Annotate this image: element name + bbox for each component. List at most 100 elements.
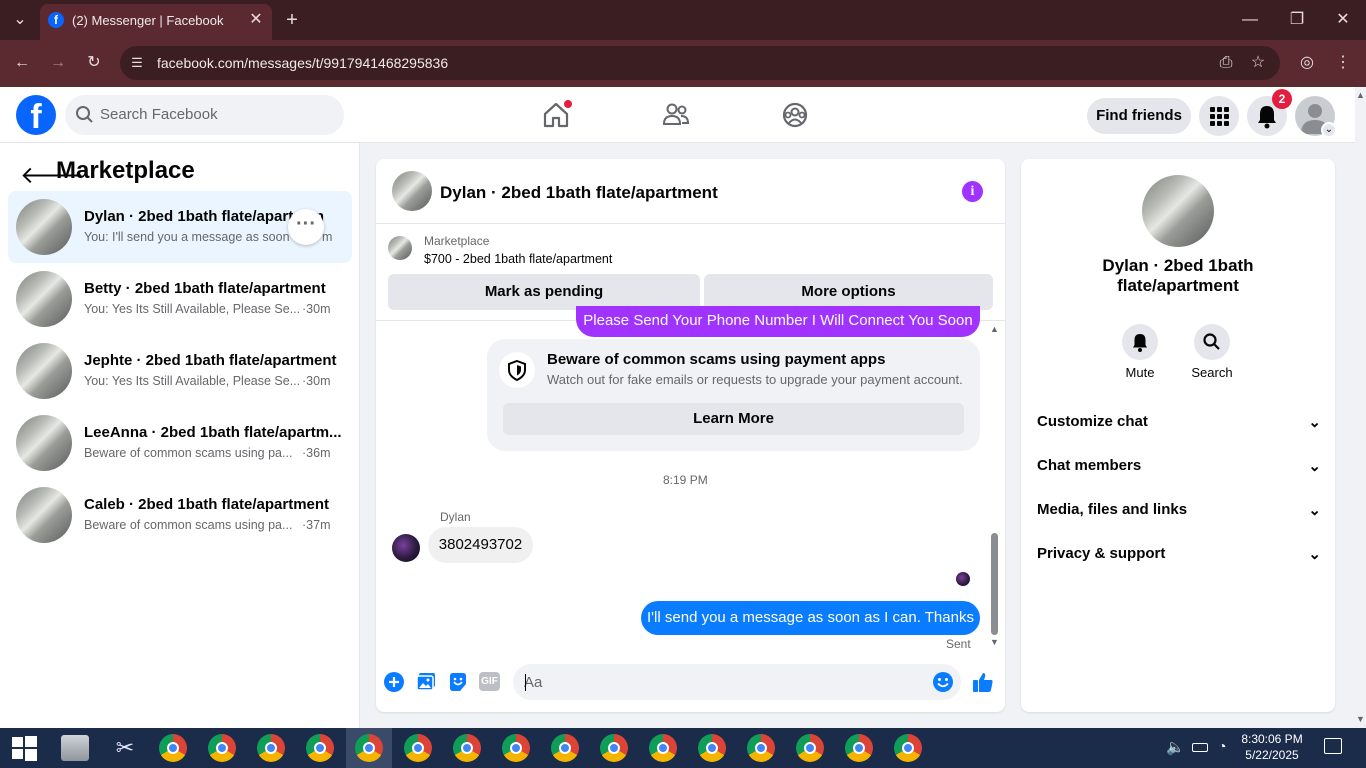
conversation-item[interactable]: LeeAnna · 2bed 1bath flate/apartm... Bew… <box>8 407 352 479</box>
shield-icon <box>508 359 526 382</box>
scroll-up-arrow-icon[interactable]: ▲ <box>990 324 999 334</box>
close-tab-icon[interactable]: ✕ <box>244 8 268 32</box>
media-files-links-row[interactable]: Media, files and links ⌄ <box>1037 501 1321 525</box>
message-input[interactable] <box>513 664 961 700</box>
chrome-taskbar-icon[interactable] <box>208 734 236 762</box>
forward-icon[interactable]: → <box>46 51 70 75</box>
chrome-taskbar-icon[interactable] <box>502 734 530 762</box>
contact-avatar[interactable] <box>1142 175 1214 247</box>
more-options-button[interactable]: More options <box>704 274 993 310</box>
conversation-time: ·30m <box>302 374 331 388</box>
notifications-center-icon[interactable] <box>1324 738 1342 754</box>
conversation-preview: You: I'll send you a message as soon <box>84 230 290 244</box>
conversation-options-button[interactable]: ··· <box>288 209 324 245</box>
conversation-name: LeeAnna · 2bed 1bath flate/apartm... <box>84 424 342 441</box>
windows-start-icon[interactable] <box>12 736 37 761</box>
facebook-logo-icon[interactable]: f <box>16 95 56 136</box>
clock-date: 5/22/2025 <box>1245 748 1299 762</box>
mute-button[interactable] <box>1122 324 1158 360</box>
search-placeholder: Search Facebook <box>100 106 218 123</box>
close-window-icon[interactable]: ✕ <box>1331 8 1355 32</box>
maximize-icon[interactable]: ❐ <box>1285 8 1309 32</box>
sender-avatar[interactable] <box>392 534 420 562</box>
chrome-taskbar-icon[interactable] <box>894 734 922 762</box>
site-settings-icon[interactable]: ☰ <box>125 51 149 75</box>
new-tab-icon[interactable]: + <box>280 8 304 32</box>
incoming-message-bubble[interactable]: 3802493702 <box>428 527 533 563</box>
text-caret <box>525 674 526 691</box>
section-label: Privacy & support <box>1037 545 1166 562</box>
back-icon[interactable]: ← <box>10 51 34 75</box>
listing-thumbnail <box>16 415 72 471</box>
sticker-icon[interactable] <box>447 671 469 693</box>
outgoing-message-bubble[interactable]: I'll send you a message as soon as I can… <box>641 601 980 635</box>
find-friends-button[interactable]: Find friends <box>1087 98 1191 134</box>
scroll-down-arrow-icon[interactable]: ▼ <box>990 637 999 647</box>
chrome-taskbar-icon[interactable] <box>404 734 432 762</box>
chrome-taskbar-icon[interactable] <box>306 734 334 762</box>
file-explorer-icon[interactable] <box>61 735 89 761</box>
conversation-preview: Beware of common scams using pa... <box>84 518 293 532</box>
learn-more-button[interactable]: Learn More <box>503 403 964 435</box>
chat-members-row[interactable]: Chat members ⌄ <box>1037 457 1321 481</box>
chrome-taskbar-icon[interactable] <box>600 734 628 762</box>
minimize-icon[interactable]: — <box>1238 8 1262 32</box>
groups-icon[interactable] <box>775 95 815 135</box>
browser-menu-icon[interactable]: ⋮ <box>1331 51 1355 75</box>
taskbar-clock[interactable]: 8:30:06 PM 5/22/2025 <box>1238 731 1306 763</box>
chrome-taskbar-icon[interactable] <box>649 734 677 762</box>
chrome-taskbar-icon[interactable] <box>257 734 285 762</box>
chat-scrollbar-thumb[interactable] <box>991 533 998 635</box>
customize-chat-row[interactable]: Customize chat ⌄ <box>1037 413 1321 437</box>
chrome-taskbar-icon[interactable] <box>551 734 579 762</box>
chrome-taskbar-icon[interactable] <box>698 734 726 762</box>
chat-listing-avatar[interactable] <box>392 171 432 211</box>
conversation-preview: You: Yes Its Still Available, Please Se.… <box>84 302 301 316</box>
tab-search-icon[interactable]: ⌄ <box>8 8 32 32</box>
profile-icon[interactable]: ◎ <box>1295 51 1319 75</box>
url-text[interactable]: facebook.com/messages/t/9917941468295836 <box>157 55 448 71</box>
chrome-taskbar-icon[interactable] <box>796 734 824 762</box>
info-icon[interactable]: i <box>962 181 983 202</box>
listing-thumbnail <box>16 343 72 399</box>
mark-as-pending-button[interactable]: Mark as pending <box>388 274 700 310</box>
outgoing-message-bubble: Please Send Your Phone Number I Will Con… <box>576 306 980 337</box>
home-icon[interactable] <box>536 95 576 135</box>
conversation-preview: You: Yes Its Still Available, Please Se.… <box>84 374 301 388</box>
scam-warning-description: Watch out for fake emails or requests to… <box>547 372 963 387</box>
conversation-item[interactable]: Jephte · 2bed 1bath flate/apartment You:… <box>8 335 352 407</box>
windows-taskbar <box>0 728 1366 768</box>
page-title: Marketplace <box>56 157 195 184</box>
chrome-taskbar-icon[interactable] <box>159 734 187 762</box>
chrome-taskbar-icon[interactable] <box>453 734 481 762</box>
scroll-up-arrow-icon[interactable]: ▲ <box>1356 90 1365 100</box>
thumbs-up-icon[interactable] <box>971 670 995 694</box>
reload-icon[interactable]: ↻ <box>82 51 106 75</box>
chat-title[interactable]: Dylan · 2bed 1bath flate/apartment <box>440 183 718 203</box>
install-app-icon[interactable]: ⎙ <box>1214 51 1238 75</box>
friends-icon[interactable] <box>656 95 696 135</box>
chrome-taskbar-icon[interactable] <box>355 734 383 762</box>
snipping-tool-icon[interactable]: ✂ <box>110 735 140 761</box>
conversation-item[interactable]: Caleb · 2bed 1bath flate/apartment Bewar… <box>8 479 352 551</box>
battery-icon[interactable] <box>1192 743 1208 752</box>
menu-button[interactable] <box>1199 96 1239 136</box>
scroll-down-arrow-icon[interactable]: ▼ <box>1356 714 1365 724</box>
photo-icon[interactable] <box>415 671 437 693</box>
volume-icon[interactable]: 🔈 <box>1166 738 1185 756</box>
chrome-taskbar-icon[interactable] <box>747 734 775 762</box>
wifi-icon[interactable]: ◔ <box>1218 738 1226 754</box>
privacy-support-row[interactable]: Privacy & support ⌄ <box>1037 545 1321 569</box>
conversation-item[interactable]: Betty · 2bed 1bath flate/apartment You: … <box>8 263 352 335</box>
listing-price[interactable]: $700 - 2bed 1bath flate/apartment <box>424 252 612 266</box>
chrome-taskbar-icon[interactable] <box>845 734 873 762</box>
gif-icon[interactable]: GIF <box>479 672 500 691</box>
clock-time: 8:30:06 PM <box>1241 732 1303 746</box>
search-button[interactable] <box>1194 324 1230 360</box>
emoji-icon[interactable] <box>932 671 954 693</box>
plus-circle-icon[interactable] <box>383 671 405 693</box>
page-scrollbar[interactable] <box>1355 87 1366 728</box>
conversation-name: Caleb · 2bed 1bath flate/apartment <box>84 496 330 513</box>
account-chevron-icon[interactable]: ⌄ <box>1321 122 1337 138</box>
bookmark-star-icon[interactable]: ☆ <box>1246 51 1270 75</box>
